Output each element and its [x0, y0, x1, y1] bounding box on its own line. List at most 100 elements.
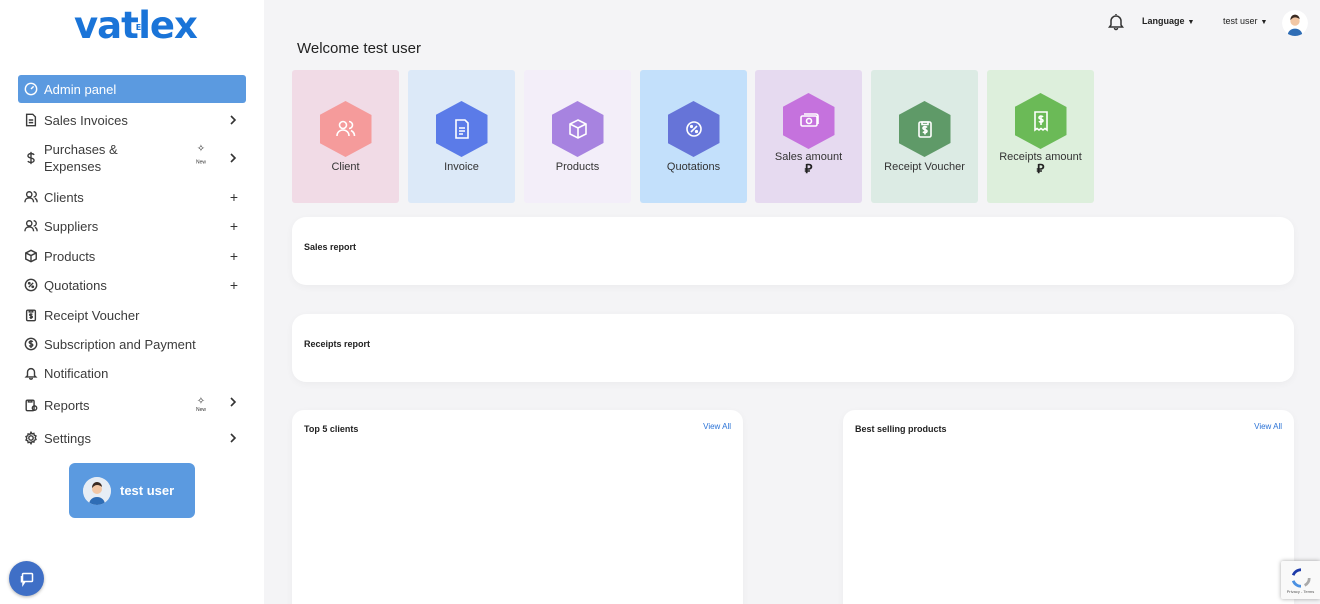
sidebar-item-label: Reports [44, 397, 90, 413]
language-label: Language [1142, 16, 1185, 26]
percent-badge-icon [24, 278, 38, 292]
add-supplier-icon[interactable]: + [230, 218, 238, 234]
top-clients-title: Top 5 clients [304, 424, 359, 434]
sidebar-item-label: Products [44, 248, 96, 264]
sales-report-card: Sales report [292, 217, 1294, 285]
sidebar: vatElex Admin panel Sales Invoices Purch… [0, 0, 264, 604]
sidebar-item-suppliers[interactable]: Suppliers + [18, 212, 246, 240]
users-icon [24, 219, 38, 233]
document-icon [435, 101, 488, 157]
add-client-icon[interactable]: + [230, 189, 238, 205]
new-badge: ✧ New [195, 396, 206, 414]
dollar-icon [24, 151, 38, 165]
logo-text-left: vat [74, 4, 139, 47]
sidebar-item-label: Sales Invoices [44, 112, 128, 128]
sidebar-user-name: test user [120, 483, 175, 498]
sidebar-item-products[interactable]: Products + [18, 242, 246, 270]
tile-quotations[interactable]: Quotations [640, 70, 747, 203]
sidebar-item-label: Quotations [44, 277, 107, 293]
tile-client[interactable]: Client [292, 70, 399, 203]
sidebar-item-reports[interactable]: Reports ✧ New [18, 391, 246, 419]
vatlex-logo[interactable]: vatElex [74, 4, 198, 47]
dollar-circle-icon [24, 337, 38, 351]
recaptcha-badge[interactable]: Privacy - Terms [1281, 561, 1320, 599]
chat-button[interactable] [9, 561, 44, 596]
sparkle-icon: ✧ [196, 143, 206, 155]
sidebar-item-purchases-expenses[interactable]: Purchases & Expenses ✧ New [18, 140, 246, 176]
tile-receipts-amount[interactable]: Receipts amount ⃁ [987, 70, 1094, 203]
receipts-report-title: Receipts report [304, 339, 371, 349]
sidebar-item-label: Subscription and Payment [44, 336, 196, 352]
sales-report-title: Sales report [304, 242, 357, 252]
tile-label: Products [555, 161, 600, 173]
user-dropdown-label: test user [1223, 16, 1258, 26]
sparkle-icon: ✧ [196, 396, 206, 407]
chevron-right-icon [228, 433, 238, 443]
dashboard-icon [24, 82, 38, 96]
top-clients-view-all-link[interactable]: View All [703, 422, 731, 431]
sidebar-item-label: Settings [44, 430, 91, 446]
riyal-currency-icon: ⃁ [1036, 161, 1045, 176]
bell-icon [1108, 14, 1124, 31]
sidebar-item-label: Purchases & Expenses [44, 141, 118, 175]
recaptcha-icon [1291, 567, 1311, 588]
best-products-view-all-link[interactable]: View All [1254, 422, 1282, 431]
receipts-report-card: Receipts report [292, 314, 1294, 382]
sidebar-item-notification[interactable]: Notification [18, 359, 246, 387]
percent-badge-icon [667, 101, 720, 157]
notification-bell-button[interactable] [1108, 13, 1126, 31]
logo-text-right: lex [138, 4, 198, 47]
clipboard-dollar-icon [898, 101, 951, 157]
top-clients-card: Top 5 clients View All [292, 410, 743, 604]
users-icon [319, 101, 372, 157]
add-quotation-icon[interactable]: + [230, 277, 238, 293]
tile-label: Receipt Voucher [884, 161, 965, 173]
best-products-card: Best selling products View All [843, 410, 1294, 604]
sidebar-user-card[interactable]: test user [69, 463, 195, 518]
tile-receipt-voucher[interactable]: Receipt Voucher [871, 70, 978, 203]
caret-down-icon: ▼ [1260, 19, 1268, 26]
sidebar-item-clients[interactable]: Clients + [18, 183, 246, 211]
tile-sales-amount[interactable]: Sales amount ⃁ [755, 70, 862, 203]
receipt-dollar-icon [1014, 93, 1067, 149]
tile-label: Client [331, 161, 360, 173]
document-icon [24, 113, 38, 127]
clipboard-dollar-icon [24, 308, 38, 322]
sidebar-item-sales-invoices[interactable]: Sales Invoices [18, 106, 246, 134]
recaptcha-text: Privacy - Terms [1286, 588, 1315, 594]
chevron-right-icon [228, 153, 238, 163]
chat-icon [20, 572, 33, 587]
sidebar-item-quotations[interactable]: Quotations + [18, 271, 246, 299]
page-title: Welcome test user [297, 40, 421, 57]
sidebar-item-receipt-voucher[interactable]: Receipt Voucher [18, 301, 246, 329]
caret-down-icon: ▼ [1187, 19, 1195, 26]
new-badge-label: New [195, 407, 206, 413]
sidebar-item-label: Receipt Voucher [44, 307, 140, 323]
users-icon [24, 190, 38, 204]
riyal-currency-icon: ⃁ [804, 161, 813, 176]
language-dropdown[interactable]: Language ▼ [1142, 16, 1194, 26]
box-icon [551, 101, 604, 157]
chevron-right-icon [228, 397, 238, 407]
avatar [83, 476, 111, 505]
sidebar-item-label: Suppliers [44, 218, 99, 234]
label-line-1: Purchases & [44, 142, 118, 157]
bell-icon [24, 366, 38, 380]
tile-invoice[interactable]: Invoice [408, 70, 515, 203]
user-dropdown[interactable]: test user ▼ [1223, 16, 1267, 26]
tile-label: Quotations [666, 161, 721, 173]
sidebar-item-label: Admin panel [44, 81, 117, 97]
new-badge: ✧ New [195, 143, 206, 172]
new-badge-label: New [195, 159, 206, 166]
sidebar-item-settings[interactable]: Settings [18, 424, 246, 452]
add-product-icon[interactable]: + [230, 248, 238, 264]
chevron-right-icon [228, 115, 238, 125]
best-products-title: Best selling products [855, 424, 947, 434]
money-icon [782, 93, 835, 149]
top-avatar[interactable] [1282, 10, 1308, 36]
sidebar-item-subscription[interactable]: Subscription and Payment [18, 330, 246, 358]
box-icon [24, 249, 38, 263]
tile-products[interactable]: Products [524, 70, 631, 203]
gear-icon [24, 431, 38, 445]
sidebar-item-admin-panel[interactable]: Admin panel [18, 75, 246, 103]
